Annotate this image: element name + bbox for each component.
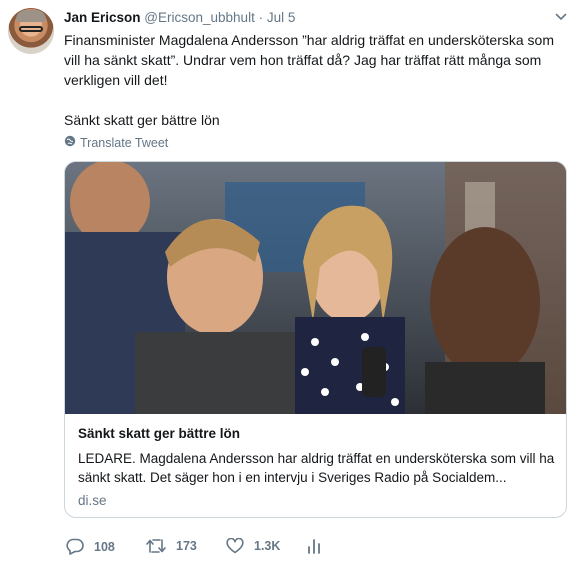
like-button[interactable]: 1.3K [226, 538, 280, 554]
tweet-text: Finansminister Magdalena Andersson ”har … [64, 30, 564, 130]
retweet-count: 173 [176, 539, 197, 553]
globe-icon [64, 135, 76, 150]
translate-tweet-link[interactable]: Translate Tweet [64, 135, 168, 150]
retweet-icon [146, 538, 166, 554]
tweet[interactable]: Jan Ericson @Ericson_ubbhult · Jul 5 Fin… [0, 0, 578, 561]
header-separator: · [258, 10, 264, 25]
chevron-down-icon[interactable] [555, 11, 567, 23]
translate-label: Translate Tweet [80, 135, 169, 150]
heart-icon [226, 538, 244, 554]
card-image [65, 162, 566, 414]
link-card[interactable]: Sänkt skatt ger bättre lön LEDARE. Magda… [64, 161, 567, 518]
author-name[interactable]: Jan Ericson [64, 10, 141, 25]
card-description: LEDARE. Magdalena Andersson har aldrig t… [78, 451, 555, 485]
reply-icon [66, 538, 84, 555]
tweet-text-paragraph-2: Sänkt skatt ger bättre lön [64, 112, 220, 128]
author-handle[interactable]: @Ericson_ubbhult [144, 10, 255, 25]
retweet-button[interactable]: 173 [146, 538, 197, 554]
analytics-button[interactable] [307, 538, 321, 554]
card-body: Sänkt skatt ger bättre lön LEDARE. Magda… [78, 426, 556, 508]
tweet-header: Jan Ericson @Ericson_ubbhult · Jul 5 [64, 10, 295, 25]
avatar-glasses [19, 26, 43, 32]
card-domain: di.se [78, 493, 107, 508]
analytics-icon [307, 538, 321, 554]
reply-count: 108 [94, 539, 115, 554]
avatar[interactable] [8, 8, 54, 54]
reply-button[interactable]: 108 [66, 538, 115, 555]
avatar-hair [16, 10, 46, 22]
tweet-text-paragraph-1: Finansminister Magdalena Andersson ”har … [64, 32, 554, 88]
like-count: 1.3K [254, 539, 281, 553]
card-title: Sänkt skatt ger bättre lön [78, 426, 241, 441]
tweet-date[interactable]: Jul 5 [267, 10, 296, 25]
